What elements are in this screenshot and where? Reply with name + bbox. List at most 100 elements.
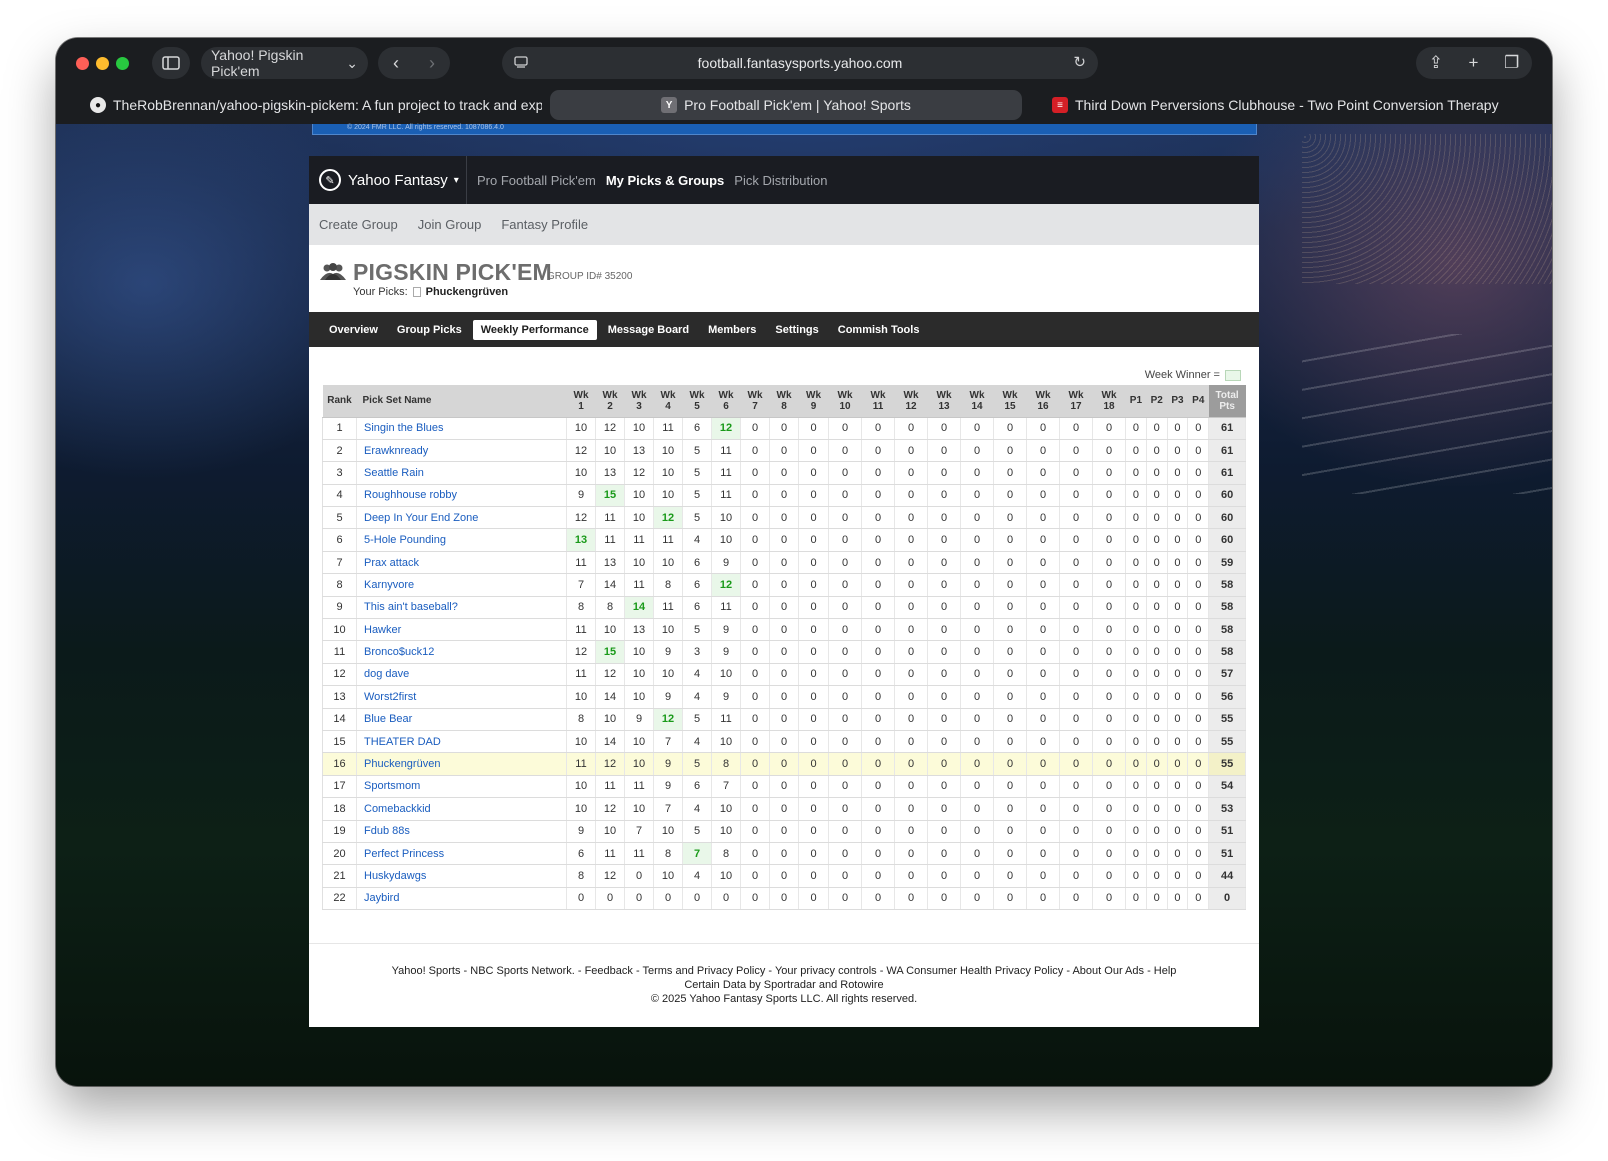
p4-score: 0 [1187,596,1210,620]
back-button[interactable]: ‹ [393,53,399,74]
tab-message-board[interactable]: Message Board [600,320,697,340]
week-8-score: 0 [769,439,799,463]
forward-button[interactable]: › [429,53,435,74]
week-11-score: 0 [861,618,895,642]
pick-set-link[interactable]: Bronco$uck12 [356,640,567,664]
week-12-score: 0 [894,663,928,687]
week-9-score: 0 [798,663,829,687]
week-4-score: 10 [653,551,683,575]
join-group-link[interactable]: Join Group [418,217,482,232]
pick-set-link[interactable]: Blue Bear [356,708,567,731]
sidebar-toggle-button[interactable] [152,47,190,79]
week-12-score: 0 [894,864,928,888]
close-window-button[interactable] [76,57,89,70]
footer-link-about-our-ads[interactable]: About Our Ads [1072,965,1144,977]
week-12-score: 0 [894,820,928,843]
tab-overview[interactable]: Overview [321,320,386,340]
your-picks-name[interactable]: Phuckengrüven [426,286,509,298]
tab-commish-tools[interactable]: Commish Tools [830,320,928,340]
create-group-link[interactable]: Create Group [319,217,398,232]
pick-set-link[interactable]: Comebackkid [356,797,567,821]
footer-link-privacy-policy[interactable]: Privacy Policy [697,965,765,977]
p3-score: 0 [1167,461,1189,485]
total-points-cell: 55 [1208,730,1246,754]
footer-link-your-privacy-controls[interactable]: Your privacy controls [775,965,877,977]
pick-set-link[interactable]: Huskydawgs [356,864,567,888]
p2-score: 0 [1146,752,1168,776]
tab-weekly-performance[interactable]: Weekly Performance [472,319,597,340]
tab-settings[interactable]: Settings [767,320,826,340]
pick-set-link[interactable]: Deep In Your End Zone [356,506,567,530]
week-2-score: 11 [595,528,625,552]
rank-cell: 3 [322,461,357,485]
toolbar-right-actions: ⇪ + ❐ [1416,47,1532,79]
tab-overview-icon[interactable]: ❐ [1504,53,1519,73]
week-12-score: 0 [894,685,928,709]
pick-set-link[interactable]: Roughhouse robby [356,484,567,508]
pick-set-link[interactable]: dog dave [356,663,567,687]
pick-set-link[interactable]: This ain't baseball? [356,596,567,620]
week-8-score: 0 [769,775,799,799]
week-6-score: 11 [711,708,741,731]
pick-set-link[interactable]: Singin the Blues [356,417,567,440]
minimize-window-button[interactable] [96,57,109,70]
pick-set-link[interactable]: Jaybird [356,887,567,911]
footer-link-nbc-sports-network[interactable]: NBC Sports Network. [470,965,575,977]
pick-set-link[interactable]: Worst2first [356,685,567,709]
browser-tab-github[interactable]: ● TheRobBrennan/yahoo-pigskin-pickem: A … [90,90,542,120]
p3-score: 0 [1167,528,1189,552]
week-15-score: 0 [993,775,1027,799]
footer-link-yahoo-sports[interactable]: Yahoo! Sports [392,965,461,977]
header-line: Wk [969,389,985,401]
browser-tab-clubhouse[interactable]: ≡ Third Down Perversions Clubhouse - Two… [1052,90,1500,120]
rank-cell: 7 [322,551,357,575]
week-13-score: 0 [927,618,961,642]
week-5-score: 6 [682,573,712,597]
week-14-score: 0 [960,820,994,843]
nav-pick-distribution[interactable]: Pick Distribution [734,173,827,188]
page-settings-icon[interactable] [514,55,528,69]
week-4-header: Wk 4 [653,385,683,418]
address-bar[interactable]: football.fantasysports.yahoo.com ↻ [502,47,1098,79]
tab-group-menu[interactable]: Yahoo! Pigskin Pick'em ⌄ [201,47,368,79]
week-2-score: 12 [595,417,625,440]
week-5-score: 5 [682,506,712,530]
footer-link-feedback[interactable]: Feedback [585,965,633,977]
pick-set-link[interactable]: Seattle Rain [356,461,567,485]
total-points-cell: 60 [1208,528,1246,552]
pick-set-link[interactable]: Fdub 88s [356,820,567,843]
week-5-score: 6 [682,551,712,575]
sub-nav: Create Group Join Group Fantasy Profile [309,204,1259,245]
footer-link-help[interactable]: Help [1154,965,1177,977]
week-15-score: 0 [993,820,1027,843]
new-tab-icon[interactable]: + [1469,53,1479,73]
p1-score: 0 [1125,551,1147,575]
yahoo-fantasy-menu[interactable]: ✎ Yahoo Fantasy ▾ [309,156,467,204]
pick-set-link[interactable]: THEATER DAD [356,730,567,754]
p1-score: 0 [1125,618,1147,642]
zoom-window-button[interactable] [116,57,129,70]
pick-set-link[interactable]: Prax attack [356,551,567,575]
pick-set-link[interactable]: Erawknready [356,439,567,463]
pick-set-link[interactable]: Perfect Princess [356,842,567,866]
week-18-score: 0 [1092,842,1126,866]
week-3-score: 10 [624,663,654,687]
browser-tab-active[interactable]: Y Pro Football Pick'em | Yahoo! Sports [550,90,1022,120]
pick-set-link[interactable]: Sportsmom [356,775,567,799]
fantasy-profile-link[interactable]: Fantasy Profile [501,217,588,232]
week-10-score: 0 [828,752,862,776]
share-icon[interactable]: ⇪ [1429,53,1443,73]
reload-icon[interactable]: ↻ [1073,53,1086,71]
nav-pro-football-pickem[interactable]: Pro Football Pick'em [477,173,596,188]
footer-link-wa-consumer-health-privacy-policy[interactable]: WA Consumer Health Privacy Policy [886,965,1063,977]
week-13-score: 0 [927,887,961,911]
week-1-score: 10 [566,685,596,709]
pick-set-link[interactable]: Hawker [356,618,567,642]
tab-members[interactable]: Members [700,320,764,340]
week-9-score: 0 [798,551,829,575]
nav-my-picks-groups[interactable]: My Picks & Groups [606,173,724,188]
pick-set-link[interactable]: Karnyvore [356,573,567,597]
pick-set-link[interactable]: Phuckengrüven [356,752,567,776]
pick-set-link[interactable]: 5-Hole Pounding [356,528,567,552]
tab-group-picks[interactable]: Group Picks [389,320,470,340]
